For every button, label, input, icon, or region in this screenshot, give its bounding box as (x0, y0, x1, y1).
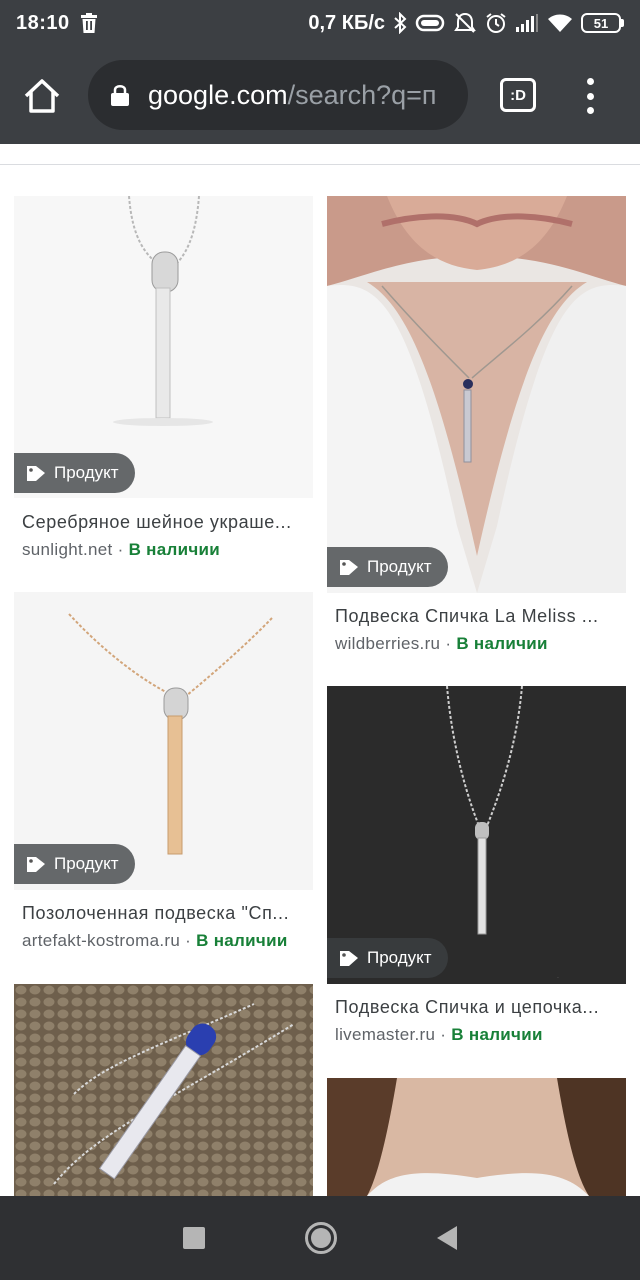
result-source: artefakt-kostroma.ru (22, 931, 181, 950)
lock-icon (111, 85, 129, 106)
result-title: Серебряное шейное украше... (22, 512, 292, 532)
badge-label: Продукт (367, 557, 432, 576)
result-card[interactable]: Продукт Позолоченная подвеска "Сп... art… (14, 592, 313, 960)
wifi-icon (548, 14, 572, 32)
status-right: 0,7 КБ/с 51 (308, 12, 624, 35)
result-card[interactable]: Продукт Серебряное шейное украше... sunl… (14, 196, 313, 566)
badge-label: Продукт (54, 854, 119, 873)
result-title: Подвеска Спичка La Meliss ... (335, 606, 599, 626)
badge-label: Продукт (367, 948, 432, 967)
alarm-icon (486, 13, 506, 33)
result-card[interactable] (327, 1078, 626, 1196)
overflow-menu-icon[interactable] (580, 76, 600, 116)
status-time: 18:10 (16, 11, 70, 34)
tag-icon (27, 466, 45, 481)
result-meta: livemaster.ru · В наличии (335, 1025, 543, 1044)
home-icon[interactable] (22, 76, 62, 116)
tag-icon (27, 857, 45, 872)
product-badge: Продукт (327, 938, 448, 978)
result-meta: wildberries.ru · В наличии (335, 634, 548, 653)
divider (0, 164, 640, 165)
dnd-icon (454, 12, 476, 33)
result-card[interactable] (14, 984, 313, 1196)
stock-status: В наличии (451, 1025, 543, 1044)
result-source: wildberries.ru (335, 634, 441, 653)
result-source: livemaster.ru (335, 1025, 436, 1044)
recent-apps-icon[interactable] (183, 1227, 205, 1249)
product-image (327, 196, 626, 593)
signal-icon (516, 14, 538, 32)
status-bar: 18:10 0,7 КБ/с 51 (0, 0, 640, 46)
product-badge: Продукт (14, 844, 135, 884)
tab-switcher-button[interactable]: :D (500, 78, 536, 112)
trash-icon (80, 13, 97, 33)
address-bar[interactable]: google.com/search?q=п (88, 60, 468, 130)
product-badge: Продукт (327, 547, 448, 587)
result-card[interactable]: . Продукт Подвеска Спичка и цепочка... l… (327, 686, 626, 1052)
result-title: Подвеска Спичка и цепочка... (335, 997, 600, 1017)
product-badge: Продукт (14, 453, 135, 493)
battery-icon: 51 (581, 13, 624, 33)
tag-icon (340, 951, 358, 966)
result-meta: artefakt-kostroma.ru · В наличии (22, 931, 288, 950)
url-path: /search?q=п (287, 79, 437, 110)
home-circle-icon[interactable] (305, 1222, 337, 1254)
tag-icon (340, 560, 358, 575)
stock-status: В наличии (128, 540, 221, 559)
network-speed: 0,7 КБ/с (308, 11, 385, 34)
battery-level: 51 (581, 13, 621, 33)
system-nav-bar (0, 1196, 640, 1280)
result-source: sunlight.net (22, 540, 113, 559)
result-card[interactable]: Продукт Подвеска Спичка La Meliss ... wi… (327, 196, 626, 660)
product-image (14, 984, 313, 1196)
stock-status: В наличии (456, 634, 548, 653)
back-icon[interactable] (437, 1226, 457, 1250)
bluetooth-icon (394, 12, 407, 34)
result-title: Позолоченная подвеска "Сп... (22, 903, 290, 923)
browser-toolbar: google.com/search?q=п :D (0, 46, 640, 144)
result-meta: sunlight.net · В наличии (22, 540, 221, 559)
vibrate-icon (415, 14, 445, 32)
badge-label: Продукт (54, 463, 119, 482)
url-host: google.com (148, 79, 288, 110)
screen: 18:10 0,7 КБ/с 51 google.com /search?q=п… (0, 0, 640, 1280)
product-image (327, 1078, 626, 1196)
svg-text:.: . (557, 973, 559, 980)
stock-status: В наличии (196, 931, 288, 950)
